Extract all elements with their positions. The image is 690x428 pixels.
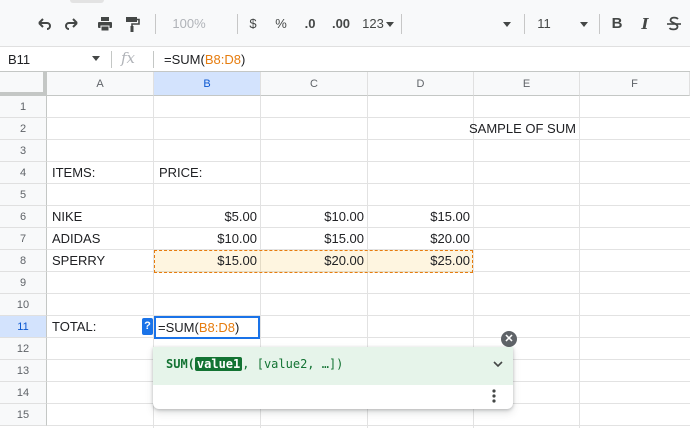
format-currency-button[interactable]: $ (243, 12, 263, 36)
cell-a8[interactable]: SPERRY (47, 250, 153, 271)
row-header[interactable]: 5 (0, 184, 47, 206)
decrease-decimal-button[interactable]: .0 (297, 12, 323, 36)
formula-range-ref: B8:D8 (204, 52, 241, 67)
font-size-value[interactable]: 11 (533, 12, 555, 36)
row-header[interactable]: 2 (0, 118, 47, 140)
toolbar: 100% $ % .0 .00 123 11 B I (0, 0, 690, 52)
row-header[interactable]: 13 (0, 360, 47, 382)
formula-help-popup: SUM(value1, [value2, …]) (153, 347, 513, 409)
menu-tab-indicator (70, 0, 104, 3)
toolbar-divider (155, 14, 156, 34)
zoom-value: 100% (172, 16, 206, 31)
more-formats-button[interactable]: 123 (361, 12, 395, 36)
row-header[interactable]: 8 (0, 250, 47, 272)
increase-decimal-label: .00 (331, 16, 351, 31)
more-options-icon[interactable] (491, 388, 497, 404)
italic-button[interactable]: I (635, 12, 655, 36)
cell-b4[interactable]: PRICE: (154, 162, 260, 183)
cell-c6[interactable]: $10.00 (261, 206, 367, 227)
format-percent-button[interactable]: % (271, 12, 291, 36)
strikethrough-button[interactable] (664, 12, 684, 36)
formula-suffix: ) (240, 52, 246, 67)
close-help-button[interactable]: ✕ (501, 331, 517, 347)
toolbar-divider (599, 14, 600, 34)
chevron-down-icon (580, 22, 588, 28)
cell-a6[interactable]: NIKE (47, 206, 153, 227)
name-box-chevron-icon[interactable] (92, 56, 100, 61)
remaining-arguments: , [value2, …]) (242, 357, 344, 371)
zoom-select[interactable]: 100% (166, 12, 212, 52)
formula-divider (111, 51, 112, 68)
row-header[interactable]: 3 (0, 140, 47, 162)
cell-a7[interactable]: ADIDAS (47, 228, 153, 249)
formula-input[interactable]: =SUM(B8:D8) (164, 47, 245, 72)
cell-e2[interactable]: SAMPLE OF SUM (464, 118, 594, 139)
formula-help-toggle-button[interactable]: ? (142, 318, 153, 335)
row-header[interactable]: 9 (0, 272, 47, 294)
column-header-d[interactable]: D (368, 72, 474, 96)
current-argument: value1 (194, 357, 243, 371)
redo-icon (65, 18, 78, 30)
column-header-e[interactable]: E (474, 72, 580, 96)
paint-format-button[interactable] (120, 12, 144, 36)
row-header[interactable]: 15 (0, 404, 47, 426)
cell-b6[interactable]: $5.00 (154, 206, 260, 227)
column-header-b[interactable]: B (154, 72, 261, 96)
cell-b7[interactable]: $10.00 (154, 228, 260, 249)
function-signature: SUM(value1, [value2, …]) (166, 357, 343, 371)
toolbar-divider (524, 14, 525, 34)
row-header[interactable]: 4 (0, 162, 47, 184)
font-size-dropdown[interactable] (577, 12, 591, 36)
fx-icon: fx (121, 49, 136, 67)
column-header-c[interactable]: C (261, 72, 368, 96)
cell-c8[interactable]: $20.00 (261, 250, 367, 271)
decrease-decimal-label: .0 (304, 16, 316, 31)
cell-a4[interactable]: ITEMS: (47, 162, 153, 183)
increase-decimal-button[interactable]: .00 (327, 12, 355, 36)
print-icon (98, 17, 112, 32)
editor-prefix: =SUM( (158, 320, 199, 335)
chevron-down-icon (385, 22, 394, 28)
cell-a11[interactable]: TOTAL: (47, 316, 137, 337)
column-header-f[interactable]: F (580, 72, 690, 96)
editor-range-ref: B8:D8 (198, 320, 235, 335)
name-box[interactable]: B11 (8, 47, 30, 72)
redo-button[interactable] (60, 12, 84, 36)
more-formats-label: 123 (362, 16, 384, 31)
select-all-corner[interactable] (0, 72, 47, 96)
bold-button[interactable]: B (607, 12, 627, 36)
strikethrough-icon (667, 16, 681, 31)
print-button[interactable] (93, 12, 117, 36)
cell-b8[interactable]: $15.00 (154, 250, 260, 271)
cell-d7[interactable]: $20.00 (368, 228, 473, 249)
row-header[interactable]: 12 (0, 338, 47, 360)
row-header[interactable]: 7 (0, 228, 47, 250)
row-header[interactable]: 1 (0, 96, 47, 118)
formula-signature-bar[interactable]: SUM(value1, [value2, …]) (153, 347, 513, 385)
row-header-selected[interactable]: 11 (0, 316, 47, 338)
chevron-down-icon[interactable] (492, 358, 504, 370)
cell-d6[interactable]: $15.00 (368, 206, 473, 227)
row-header[interactable]: 10 (0, 294, 47, 316)
cell-editor-b11[interactable]: =SUM(B8:D8) (154, 316, 260, 339)
cell-d8[interactable]: $25.00 (368, 250, 473, 271)
cell-c7[interactable]: $15.00 (261, 228, 367, 249)
undo-button[interactable] (32, 12, 56, 36)
column-header-a[interactable]: A (47, 72, 154, 96)
function-name: SUM( (166, 357, 195, 371)
paint-roller-icon (126, 17, 140, 32)
formula-bar: B11 fx =SUM(B8:D8) (0, 46, 690, 72)
toolbar-divider (237, 14, 238, 34)
toolbar-divider (401, 14, 402, 34)
undo-icon (38, 18, 51, 30)
formula-divider (153, 51, 154, 68)
formula-prefix: =SUM( (164, 52, 205, 67)
editor-suffix: ) (234, 320, 240, 335)
row-header[interactable]: 6 (0, 206, 47, 228)
row-header[interactable]: 14 (0, 382, 47, 404)
font-family-dropdown[interactable] (500, 12, 514, 36)
chevron-down-icon (503, 22, 511, 28)
